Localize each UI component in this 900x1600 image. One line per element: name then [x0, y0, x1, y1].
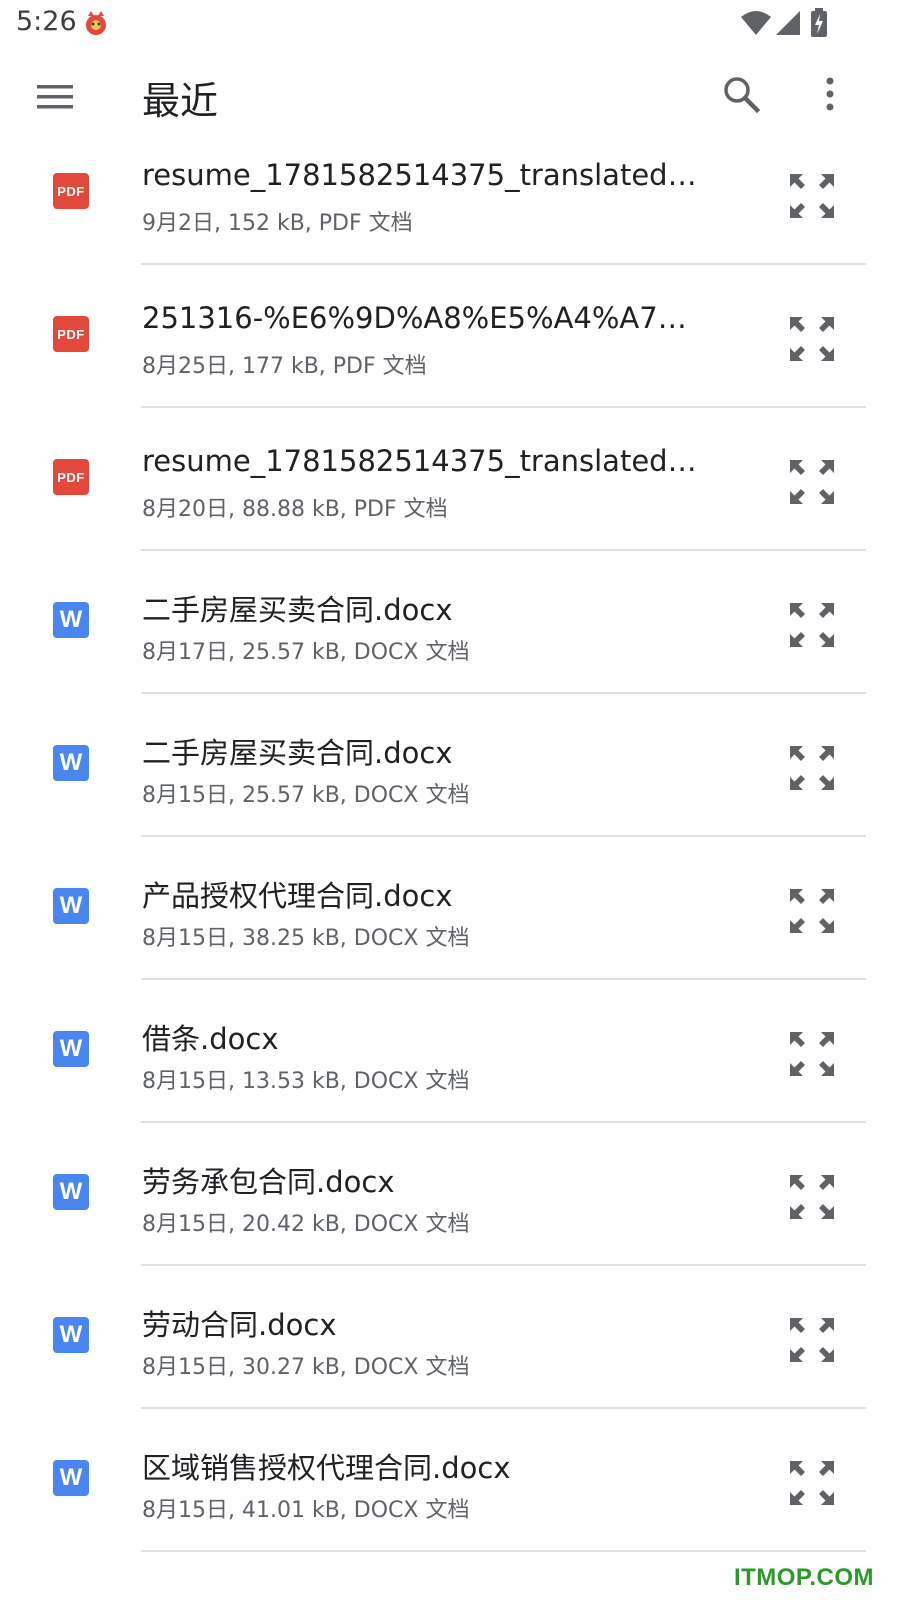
expand-icon	[790, 174, 834, 218]
expand-icon	[790, 889, 834, 933]
file-meta: 9月2日, 152 kB, PDF 文档	[142, 211, 413, 236]
expand-icon	[790, 1318, 834, 1362]
row-divider	[141, 1407, 866, 1409]
file-meta: 8月15日, 25.57 kB, DOCX 文档	[142, 783, 470, 808]
file-name: 劳务承包合同.docx	[142, 1165, 395, 1199]
expand-button[interactable]	[782, 452, 842, 512]
expand-button[interactable]	[782, 309, 842, 369]
file-list-item[interactable]: W 产品授权代理合同.docx 8月15日, 38.25 kB, DOCX 文档	[0, 859, 900, 1002]
expand-button[interactable]	[782, 595, 842, 655]
word-doc-icon: W	[53, 888, 89, 924]
expand-icon	[790, 746, 834, 790]
row-divider	[141, 406, 866, 408]
row-divider	[141, 263, 866, 265]
expand-icon	[790, 317, 834, 361]
file-meta: 8月15日, 41.01 kB, DOCX 文档	[142, 1498, 470, 1523]
file-meta: 8月15日, 38.25 kB, DOCX 文档	[142, 926, 470, 951]
file-meta: 8月17日, 25.57 kB, DOCX 文档	[142, 640, 470, 665]
status-icons	[740, 8, 840, 38]
cell-signal-icon	[776, 11, 800, 35]
search-button[interactable]	[712, 64, 772, 124]
file-list-item[interactable]: W 劳务承包合同.docx 8月15日, 20.42 kB, DOCX 文档	[0, 1145, 900, 1288]
app-bar: 最近	[0, 48, 900, 144]
file-meta: 8月20日, 88.88 kB, PDF 文档	[142, 497, 448, 522]
expand-button[interactable]	[782, 1024, 842, 1084]
row-divider	[141, 835, 866, 837]
file-list-item[interactable]: W 借条.docx 8月15日, 13.53 kB, DOCX 文档	[0, 1002, 900, 1145]
watermark: ITMOP.COM	[733, 1564, 874, 1591]
file-meta: 8月15日, 30.27 kB, DOCX 文档	[142, 1355, 470, 1380]
expand-icon	[790, 1461, 834, 1505]
expand-button[interactable]	[782, 1453, 842, 1513]
file-list-item[interactable]: W 二手房屋买卖合同.docx 8月17日, 25.57 kB, DOCX 文档	[0, 573, 900, 716]
row-divider	[141, 978, 866, 980]
expand-button[interactable]	[782, 166, 842, 226]
file-name: resume_1781582514375_translated_1…	[142, 158, 702, 192]
file-meta: 8月15日, 13.53 kB, DOCX 文档	[142, 1069, 470, 1094]
wifi-icon	[741, 11, 771, 35]
file-name: 251316-%E6%9D%A8%E5%A4%A7%E8…	[142, 301, 702, 335]
file-meta: 8月15日, 20.42 kB, DOCX 文档	[142, 1212, 470, 1237]
file-meta: 8月25日, 177 kB, PDF 文档	[142, 354, 427, 379]
expand-icon	[790, 460, 834, 504]
file-name: 产品授权代理合同.docx	[142, 879, 453, 913]
menu-button[interactable]	[22, 64, 88, 130]
file-name: resume_1781582514375_translated_1…	[142, 444, 702, 478]
row-divider	[141, 1264, 866, 1266]
word-doc-icon: W	[53, 1031, 89, 1067]
status-time: 5:26	[16, 6, 77, 37]
word-doc-icon: W	[53, 1174, 89, 1210]
expand-icon	[790, 603, 834, 647]
status-bar: 5:26	[0, 0, 900, 48]
file-list-item[interactable]: PDF 251316-%E6%9D%A8%E5%A4%A7%E8… 8月25日,…	[0, 287, 900, 430]
more-options-button[interactable]	[808, 64, 852, 124]
expand-button[interactable]	[782, 1167, 842, 1227]
word-doc-icon: W	[53, 1317, 89, 1353]
pdf-file-icon: PDF	[53, 173, 89, 209]
more-vert-icon	[826, 77, 834, 111]
pdf-file-icon: PDF	[53, 459, 89, 495]
file-name: 劳动合同.docx	[142, 1308, 337, 1342]
recent-file-list: PDF resume_1781582514375_translated_1… 9…	[0, 144, 900, 1574]
file-list-item[interactable]: W 区域销售授权代理合同.docx 8月15日, 41.01 kB, DOCX …	[0, 1431, 900, 1574]
file-name: 二手房屋买卖合同.docx	[142, 736, 453, 770]
file-list-item[interactable]: PDF resume_1781582514375_translated_1… 8…	[0, 430, 900, 573]
menu-icon	[37, 85, 73, 109]
row-divider	[141, 1550, 866, 1552]
file-name: 区域销售授权代理合同.docx	[142, 1451, 511, 1485]
pdf-file-icon: PDF	[53, 316, 89, 352]
row-divider	[141, 1121, 866, 1123]
expand-icon	[790, 1032, 834, 1076]
expand-button[interactable]	[782, 881, 842, 941]
app-notification-icon	[82, 8, 110, 38]
row-divider	[141, 549, 866, 551]
battery-charging-icon	[811, 8, 827, 37]
file-name: 借条.docx	[142, 1022, 279, 1056]
search-icon	[724, 77, 761, 114]
word-doc-icon: W	[53, 745, 89, 781]
word-doc-icon: W	[53, 602, 89, 638]
file-list-item[interactable]: W 劳动合同.docx 8月15日, 30.27 kB, DOCX 文档	[0, 1288, 900, 1431]
row-divider	[141, 692, 866, 694]
file-list-item[interactable]: PDF resume_1781582514375_translated_1… 9…	[0, 144, 900, 287]
expand-button[interactable]	[782, 738, 842, 798]
file-name: 二手房屋买卖合同.docx	[142, 593, 453, 627]
page-title: 最近	[142, 79, 219, 123]
expand-icon	[790, 1175, 834, 1219]
word-doc-icon: W	[53, 1460, 89, 1496]
expand-button[interactable]	[782, 1310, 842, 1370]
file-list-item[interactable]: W 二手房屋买卖合同.docx 8月15日, 25.57 kB, DOCX 文档	[0, 716, 900, 859]
